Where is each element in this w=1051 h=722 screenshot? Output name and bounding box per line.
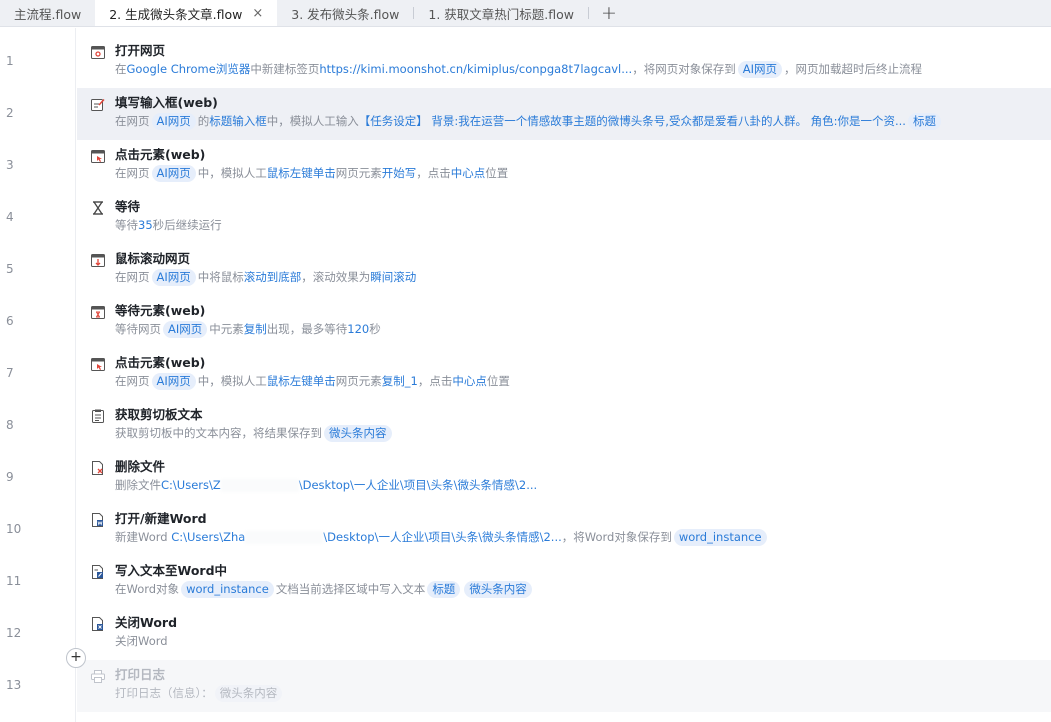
tab-label: 主流程.flow (14, 6, 82, 22)
step-title: 打开/新建Word (115, 511, 207, 526)
variable-chip[interactable]: AI网页 (151, 373, 196, 390)
step-description: 删除文件C:\Users\Z \Desktop\一人企业\项目\头条\微头条情感\… (115, 478, 538, 492)
variable-chip[interactable]: AI网页 (163, 321, 208, 338)
step-wait[interactable]: 等待 等待35秒后继续运行 (77, 192, 1051, 244)
step-title: 点击元素(web) (115, 355, 206, 370)
tab-bar: 主流程.flow 2. 生成微头条文章.flow × 3. 发布微头条.flow… (0, 0, 1051, 27)
tab-get-titles[interactable]: 1. 获取文章热门标题.flow (414, 0, 588, 26)
step-print-log[interactable]: 打印日志 打印日志（信息）： 微头条内容 (77, 660, 1051, 712)
line-number: 2 (6, 106, 14, 120)
printer-icon (90, 668, 106, 684)
step-get-clipboard[interactable]: 获取剪切板文本 获取剪切板中的文本内容，将结果保存到 微头条内容 (77, 400, 1051, 452)
close-icon[interactable]: × (252, 6, 263, 21)
step-description: 在网页 AI网页 中将鼠标滚动到底部，滚动效果为瞬间滚动 (115, 269, 417, 286)
plus-icon: + (601, 2, 617, 24)
step-title: 点击元素(web) (115, 147, 206, 162)
step-description: 打印日志（信息）： 微头条内容 (115, 683, 1051, 703)
variable-chip[interactable]: AI网页 (737, 61, 782, 78)
step-wait-element[interactable]: 等待元素(web) 等待网页 AI网页 中元素复制出现，最多等待120秒 (77, 296, 1051, 348)
line-gutter: 1 2 3 4 5 6 7 8 9 10 11 12 13 (0, 28, 76, 722)
step-title: 关闭Word (115, 615, 178, 630)
flow-step-list: 打开网页 在Google Chrome浏览器中新建标签页https://kimi… (77, 36, 1051, 712)
step-title: 打印日志 (115, 667, 166, 682)
step-title: 删除文件 (115, 459, 166, 474)
variable-chip[interactable]: 微头条内容 (324, 425, 392, 442)
step-click-element[interactable]: 点击元素(web) 在网页 AI网页 中，模拟人工鼠标左键单击网页元素开始写，点击中… (77, 140, 1051, 192)
line-number: 10 (6, 522, 22, 536)
line-number: 11 (6, 574, 22, 588)
step-description: 在网页 AI网页 中，模拟人工鼠标左键单击网页元素开始写，点击中心点位置 (115, 165, 509, 182)
variable-chip[interactable]: AI网页 (151, 113, 196, 130)
step-delete-file[interactable]: 删除文件 删除文件C:\Users\Z \Desktop\一人企业\项目\头条\微… (77, 452, 1051, 504)
step-click-element-2[interactable]: 点击元素(web) 在网页 AI网页 中，模拟人工鼠标左键单击网页元素复制_1，点击… (77, 348, 1051, 400)
step-write-word[interactable]: 写入文本至Word中 在Word对象 word_instance 文档当前选择区域中… (77, 556, 1051, 608)
step-title: 写入文本至Word中 (115, 563, 228, 578)
redacted-path (220, 479, 299, 492)
variable-chip[interactable]: word_instance (181, 581, 274, 598)
step-close-word[interactable]: 关闭Word 关闭Word (77, 608, 1051, 660)
edit-input-icon (90, 96, 106, 112)
step-open-webpage[interactable]: 打开网页 在Google Chrome浏览器中新建标签页https://kimi… (77, 36, 1051, 88)
line-number: 12 (6, 626, 22, 640)
add-step-button[interactable]: + (66, 648, 86, 668)
line-number: 7 (6, 366, 14, 380)
step-title: 鼠标滚动网页 (115, 251, 191, 266)
step-description: 关闭Word (115, 634, 168, 648)
variable-chip[interactable]: AI网页 (151, 165, 196, 182)
click-element-icon (90, 356, 106, 372)
step-description: 在Google Chrome浏览器中新建标签页https://kimi.moon… (115, 61, 922, 78)
variable-chip[interactable]: 标题 (907, 113, 941, 130)
clipboard-icon (90, 408, 106, 424)
line-number: 4 (6, 210, 14, 224)
line-number: 13 (6, 678, 22, 692)
step-description: 获取剪切板中的文本内容，将结果保存到 微头条内容 (115, 423, 1051, 443)
step-title: 获取剪切板文本 (115, 407, 203, 422)
wait-element-icon (90, 304, 106, 320)
line-number: 6 (6, 314, 14, 328)
word-write-icon (90, 564, 106, 580)
tab-main-flow[interactable]: 主流程.flow (0, 0, 95, 26)
step-description: 等待35秒后继续运行 (115, 218, 222, 232)
step-title: 填写输入框(web) (115, 95, 218, 110)
hourglass-icon (90, 200, 106, 216)
line-number: 1 (6, 54, 14, 68)
line-number: 8 (6, 418, 14, 432)
line-number: 9 (6, 470, 14, 484)
redacted-path (245, 531, 324, 544)
browser-icon (90, 44, 106, 60)
word-close-icon (90, 616, 106, 632)
delete-file-icon (90, 460, 106, 476)
step-description: 等待网页 AI网页 中元素复制出现，最多等待120秒 (115, 321, 381, 338)
step-description: 新建Word C:\Users\Zha \Desktop\一人企业\项目\头条\微… (115, 527, 1051, 547)
click-element-icon (90, 148, 106, 164)
variable-chip[interactable]: AI网页 (151, 269, 196, 286)
step-description: 在网页 AI网页 中，模拟人工鼠标左键单击网页元素复制_1，点击中心点位置 (115, 373, 510, 390)
tab-label: 3. 发布微头条.flow (291, 6, 400, 22)
tab-generate-article[interactable]: 2. 生成微头条文章.flow × (95, 0, 278, 26)
tab-publish[interactable]: 3. 发布微头条.flow (277, 0, 413, 26)
variable-chip[interactable]: 微头条内容 (464, 581, 532, 598)
step-scroll-webpage[interactable]: 鼠标滚动网页 在网页 AI网页 中将鼠标滚动到底部，滚动效果为瞬间滚动 (77, 244, 1051, 296)
line-number: 3 (6, 158, 14, 172)
step-fill-input[interactable]: 填写输入框(web) 在网页 AI网页 的标题输入框中，模拟人工输入【任务设定】 背… (77, 88, 1051, 140)
step-description: 在网页 AI网页 的标题输入框中，模拟人工输入【任务设定】 背景:我在运营一个情感故… (115, 111, 1051, 131)
variable-chip[interactable]: word_instance (673, 529, 767, 546)
step-title: 等待 (115, 199, 141, 214)
scroll-page-icon (90, 252, 106, 268)
step-open-word[interactable]: 打开/新建Word 新建Word C:\Users\Zha \Desktop\一人… (77, 504, 1051, 556)
tab-label: 2. 生成微头条文章.flow (109, 6, 243, 22)
variable-chip[interactable]: 微头条内容 (214, 685, 283, 702)
step-title: 等待元素(web) (115, 303, 206, 318)
tab-label: 1. 获取文章热门标题.flow (428, 6, 574, 22)
step-title: 打开网页 (115, 43, 166, 58)
add-tab-button[interactable]: + (589, 0, 629, 26)
word-open-icon (90, 512, 106, 528)
variable-chip[interactable]: 标题 (427, 581, 461, 598)
line-number: 5 (6, 262, 14, 276)
step-description: 在Word对象 word_instance 文档当前选择区域中写入文本 标题 微头条内容 (115, 579, 1051, 599)
